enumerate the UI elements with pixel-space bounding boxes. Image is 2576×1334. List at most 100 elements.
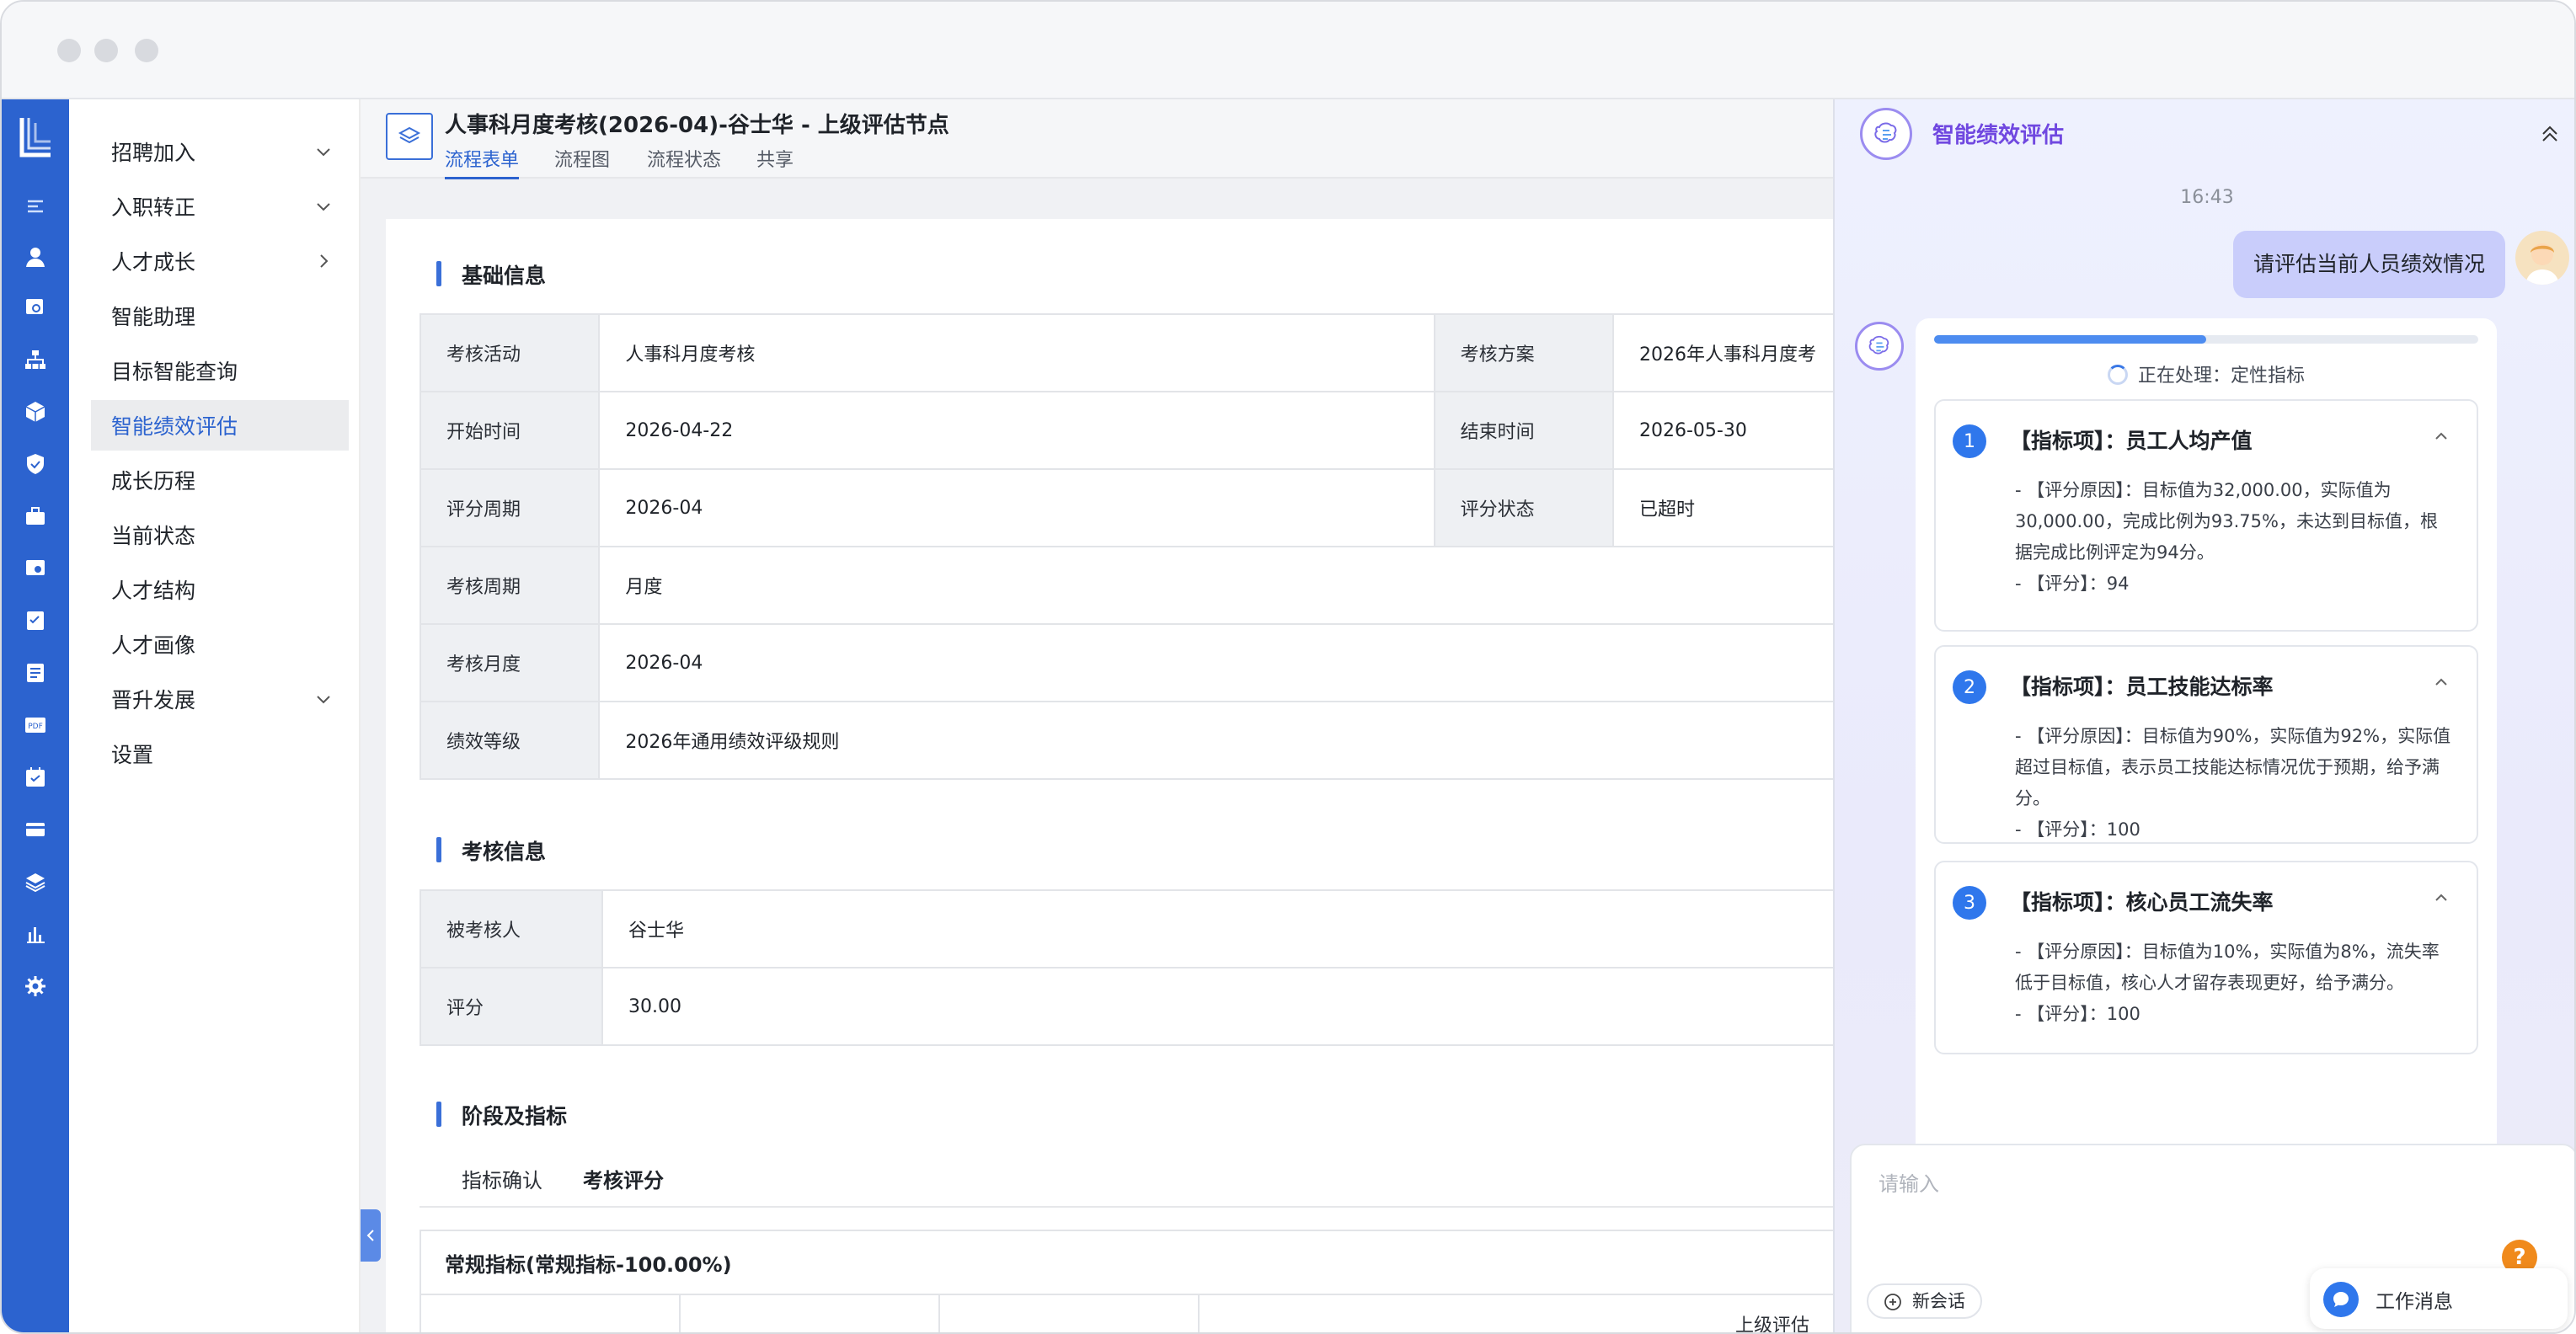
bar-chart-icon[interactable]: [23, 921, 48, 947]
title-bar: [2, 2, 2574, 99]
sidebar-collapse-button[interactable]: [361, 1209, 381, 1262]
indicator-card: 3 【指标项】：核心员工流失率 - 【评分原因】：目标值为10%，实际值为8%，流失…: [1934, 861, 2478, 1054]
progress-fill: [1934, 335, 2206, 344]
label-performance-grade: 绩效等级: [419, 701, 601, 780]
label-activity: 考核活动: [419, 313, 601, 392]
settings-panel-icon[interactable]: [23, 556, 48, 581]
org-chart-icon[interactable]: [23, 347, 48, 372]
value-score-period: 2026-04: [598, 468, 1435, 547]
user-icon[interactable]: [23, 244, 48, 269]
menu-item[interactable]: 入职转正: [91, 181, 349, 232]
user-message-bubble: 请评估当前人员绩效情况: [2232, 231, 2505, 298]
value-reviewee: 谷士华: [601, 889, 1843, 968]
app-window: PDF 招聘加入 入职转正 人才成长 智能助理 目标智能查询 智能绩效评估 成长历程 当前状态…: [0, 0, 2576, 1334]
review-info-table: 被考核人 谷士华 评分 30.00: [420, 889, 1843, 1046]
gear-icon[interactable]: [23, 974, 48, 999]
tab-process-diagram[interactable]: 流程图: [554, 145, 610, 172]
form-card: 基础信息 考核活动 人事科月度考核 考核方案 2026年人事科月度考 开始时间 …: [386, 219, 1845, 1332]
book-icon[interactable]: [23, 660, 48, 686]
process-header: 人事科月度考核(2026-04)-谷士华 - 上级评估节点 流程表单 流程图 流…: [361, 99, 1835, 179]
search-doc-icon[interactable]: [23, 295, 48, 320]
ai-brain-icon: [1860, 108, 1912, 160]
chat-bubble-icon: [2323, 1282, 2359, 1317]
indicator-title: 【指标项】：核心员工流失率: [2010, 890, 2274, 915]
menu-item[interactable]: 当前状态: [91, 510, 349, 560]
tab-process-status[interactable]: 流程状态: [647, 145, 721, 172]
label-score: 评分: [420, 967, 603, 1046]
label-score-status: 评分状态: [1433, 468, 1615, 547]
stage-tabs-divider: [420, 1206, 1843, 1208]
menu-item[interactable]: 人才画像: [91, 619, 349, 670]
menu-item-label: 智能助理: [111, 305, 196, 329]
menu-item-label: 目标智能查询: [111, 360, 238, 384]
calendar-check-icon[interactable]: [23, 765, 48, 790]
label-score-period: 评分周期: [419, 468, 601, 547]
label-review-month: 考核月度: [419, 623, 601, 702]
loading-spinner-icon: [2107, 365, 2128, 385]
menu-item[interactable]: 设置: [91, 728, 349, 779]
pdf-icon[interactable]: PDF: [23, 712, 48, 738]
indicator-reason: - 【评分原因】：目标值为10%，实际值为8%，流失率低于目标值，核心人才留存表…: [2015, 942, 2440, 993]
label-review-cycle: 考核周期: [419, 546, 601, 625]
side-menu: 招聘加入入职转正人才成长智能助理目标智能查询 智能绩效评估成长历程当前状态人才结构…: [69, 99, 361, 1332]
menu-item[interactable]: 晋升发展: [91, 674, 349, 724]
message-time: 16:43: [2180, 187, 2234, 208]
label-end-time: 结束时间: [1433, 391, 1615, 470]
regular-indicator-box: 常规指标(常规指标-100.00%) 上级评估: [420, 1230, 1845, 1332]
briefcase-icon[interactable]: [23, 504, 48, 529]
chat-input-placeholder[interactable]: 请输入: [1879, 1167, 1939, 1197]
new-chat-button[interactable]: 新会话: [1867, 1283, 1982, 1319]
tab-process-form[interactable]: 流程表单: [445, 145, 520, 179]
indicator-card: 1 【指标项】：员工人均产值 - 【评分原因】：目标值为32,000.00，实际值为…: [1934, 399, 2478, 632]
basic-info-table: 考核活动 人事科月度考核 考核方案 2026年人事科月度考 开始时间 2026-…: [419, 313, 1843, 780]
chevron-down-icon: [317, 696, 330, 704]
window-close-dot[interactable]: [57, 39, 81, 62]
layers-icon[interactable]: [23, 869, 48, 894]
tab-share[interactable]: 共享: [756, 145, 794, 172]
indicator-title: 【指标项】：员工技能达标率: [2010, 675, 2274, 699]
menu-item[interactable]: 成长历程: [91, 455, 349, 505]
menu-item[interactable]: 目标智能查询: [91, 345, 349, 396]
value-start-time: 2026-04-22: [598, 391, 1435, 470]
section-basic-info: 基础信息: [436, 259, 546, 290]
chevron-up-icon[interactable]: [2431, 672, 2451, 692]
chevron-up-icon[interactable]: [2431, 426, 2451, 446]
process-layers-icon: [386, 113, 433, 160]
menu-item-label: 入职转正: [111, 195, 196, 220]
panel-title: 智能绩效评估: [1932, 123, 2065, 148]
menu-item[interactable]: 智能绩效评估: [91, 400, 349, 451]
menu-item-label: 当前状态: [111, 524, 196, 548]
collapse-up-icon[interactable]: [2537, 121, 2563, 147]
menu-item-label: 智能绩效评估: [111, 414, 238, 439]
menu-item[interactable]: 智能助理: [91, 291, 349, 341]
indicator-title: 【指标项】：员工人均产值: [2010, 429, 2253, 453]
tab-indicator-confirm[interactable]: 指标确认: [462, 1164, 542, 1193]
section-review-info: 考核信息: [436, 835, 546, 866]
main-content: 人事科月度考核(2026-04)-谷士华 - 上级评估节点 流程表单 流程图 流…: [361, 99, 1845, 1332]
indicator-score: - 【评分】：100: [2015, 1004, 2140, 1024]
work-message-button[interactable]: 工作消息: [2310, 1268, 2568, 1329]
menu-item[interactable]: 人才结构: [91, 564, 349, 615]
indicator-reason: - 【评分原因】：目标值为90%，实际值为92%，实际值超过目标值，表示员工技能…: [2015, 726, 2451, 808]
svg-text:PDF: PDF: [28, 723, 43, 731]
chevron-down-icon: [317, 203, 330, 211]
menu-item[interactable]: 招聘加入: [91, 126, 349, 177]
indicator-reason: - 【评分原因】：目标值为32,000.00，实际值为30,000.00，完成比…: [2015, 480, 2438, 563]
value-score-status: 已超时: [1612, 468, 1843, 547]
menu-item[interactable]: 人才成长: [91, 236, 349, 286]
menu-item-label: 招聘加入: [111, 141, 196, 165]
value-activity: 人事科月度考核: [598, 313, 1435, 392]
tab-review-score[interactable]: 考核评分: [583, 1164, 664, 1193]
progress-bar: [1934, 335, 2478, 344]
cube-icon[interactable]: [23, 399, 48, 424]
shield-icon[interactable]: [23, 451, 48, 477]
card-icon[interactable]: [23, 817, 48, 842]
chevron-up-icon[interactable]: [2431, 888, 2451, 908]
page-title: 人事科月度考核(2026-04)-谷士华 - 上级评估节点: [445, 113, 949, 138]
value-review-month: 2026-04: [598, 623, 1843, 702]
window-minimize-dot[interactable]: [94, 39, 118, 62]
menu-item-label: 设置: [111, 743, 154, 767]
menu-collapse-icon[interactable]: [23, 194, 48, 219]
window-maximize-dot[interactable]: [135, 39, 158, 62]
checklist-icon[interactable]: [23, 608, 48, 633]
